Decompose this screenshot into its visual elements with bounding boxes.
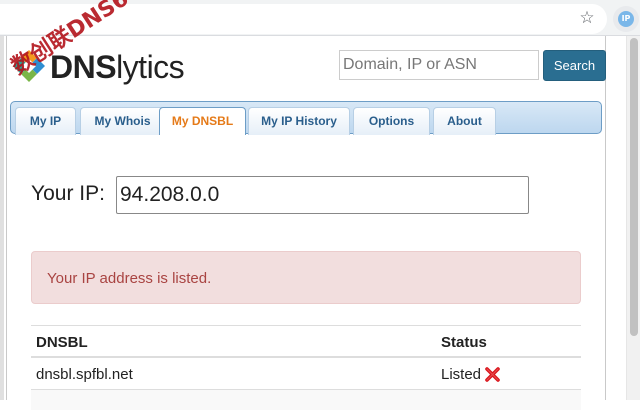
- dnsbl-name: dnsbl.spfbl.net: [36, 366, 133, 383]
- table-row: [31, 390, 581, 410]
- listed-alert: Your IP address is listed.: [31, 251, 581, 304]
- dnsbl-status: Listed: [441, 366, 482, 383]
- ip-extension-label: IP: [618, 11, 634, 27]
- logo-wordmark: DNSlytics: [50, 49, 185, 85]
- header-dnsbl: DNSBL: [36, 334, 88, 351]
- logo-rest: lytics: [116, 49, 185, 85]
- star-icon[interactable]: ☆: [578, 9, 596, 27]
- tab-about[interactable]: About: [433, 107, 496, 135]
- header-status: Status: [441, 334, 487, 351]
- tab-options[interactable]: Options: [353, 107, 430, 135]
- search-input[interactable]: [339, 50, 539, 80]
- tab-my-ip[interactable]: My IP: [15, 107, 76, 135]
- ip-input[interactable]: [116, 176, 529, 214]
- ip-label: Your IP:: [31, 182, 105, 205]
- search-button[interactable]: Search: [543, 50, 606, 81]
- table-header: DNSBL Status: [31, 325, 581, 358]
- table-row: dnsbl.spfbl.net Listed: [31, 358, 581, 390]
- tab-my-ip-history[interactable]: My IP History: [248, 107, 350, 135]
- red-x-icon: [485, 367, 500, 382]
- alert-text: Your IP address is listed.: [47, 270, 212, 287]
- dnslytics-popup: DNSlytics 数创联DNS66 Search My IP My Whois…: [6, 0, 606, 410]
- ip-extension-icon[interactable]: IP: [613, 6, 639, 32]
- tab-my-dnsbl[interactable]: My DNSBL: [159, 107, 246, 135]
- scrollbar-thumb[interactable]: [630, 38, 638, 336]
- extension-page: DNSlytics 数创联DNS66 Search My IP My Whois…: [4, 0, 626, 410]
- tab-my-whois[interactable]: My Whois: [80, 107, 165, 135]
- tab-bar: My IP My Whois My DNSBL My IP History Op…: [10, 101, 602, 135]
- page-scrollbar[interactable]: [626, 36, 640, 400]
